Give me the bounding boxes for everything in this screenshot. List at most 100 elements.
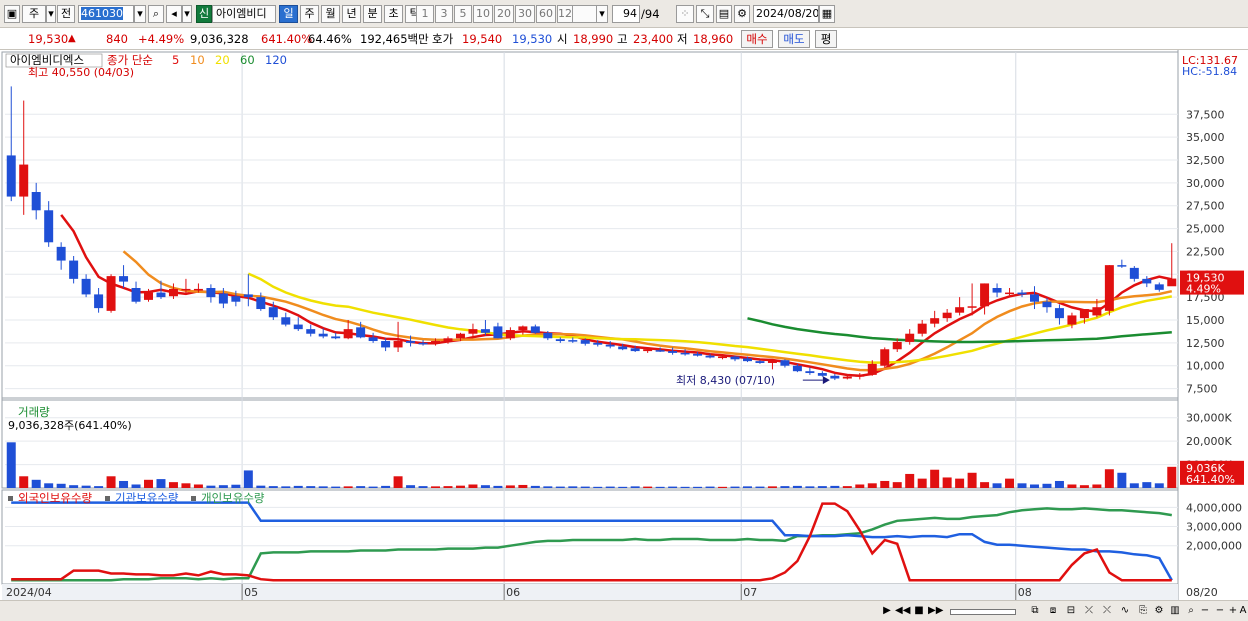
volume-bar — [930, 469, 940, 488]
layout-icon[interactable]: ⧉ — [1028, 604, 1042, 618]
print-icon[interactable]: ▥ — [1168, 604, 1182, 618]
copy-icon[interactable]: ⎘ — [1136, 604, 1150, 618]
code-input[interactable]: 461030 — [78, 5, 134, 23]
minus-icon[interactable]: − — [1213, 604, 1227, 618]
zoom-slider[interactable] — [950, 609, 1016, 615]
candle-body — [992, 288, 1002, 293]
speaker-icon[interactable]: ◂ — [166, 5, 182, 23]
interval-button-10[interactable]: 10 — [473, 5, 493, 23]
zoom-out-icon[interactable]: − — [1198, 604, 1212, 618]
candle-body — [193, 288, 203, 291]
candle-body — [331, 336, 341, 339]
candle-body — [318, 333, 328, 337]
candle-body — [31, 192, 41, 211]
low-label: 저 — [677, 32, 688, 46]
period-tab-5[interactable]: 초 — [384, 5, 403, 23]
period-tab-3[interactable]: 년 — [342, 5, 361, 23]
volume-bar — [493, 485, 503, 488]
font-size-icon[interactable]: A — [1238, 604, 1248, 618]
interval-dropdown-icon[interactable]: ▾ — [596, 5, 608, 23]
candle-body — [842, 376, 852, 379]
ask-price: 19,540 — [462, 32, 503, 46]
holdings-legend-marker — [8, 496, 13, 501]
interval-button-20[interactable]: 20 — [494, 5, 514, 23]
window-menu-icon[interactable]: ▣ — [4, 5, 20, 23]
candle-body — [69, 260, 79, 279]
save-icon[interactable]: ▤ — [716, 5, 732, 23]
sell-button[interactable]: 매도 — [778, 30, 810, 48]
market-select[interactable]: 주 — [22, 5, 46, 23]
speaker-dropdown-icon[interactable]: ▾ — [182, 5, 192, 23]
price-tick-label: 7,500 — [1186, 383, 1218, 396]
volume-bar — [755, 486, 765, 488]
period-tab-2[interactable]: 월 — [321, 5, 340, 23]
volume-bar — [593, 486, 603, 488]
candle-body — [455, 333, 465, 339]
trend-icon[interactable]: ⤬ — [1100, 604, 1114, 618]
interval-button-3[interactable]: 3 — [435, 5, 453, 23]
candle-body — [56, 246, 66, 261]
chevron-down-icon[interactable]: ▾ — [46, 5, 56, 23]
price-tick-label: 30,000 — [1186, 177, 1225, 190]
volume-bar — [318, 486, 328, 488]
compare-icon[interactable]: ⊟ — [1064, 604, 1078, 618]
volume-bar — [942, 477, 952, 488]
low-price: 18,960 — [693, 32, 734, 46]
prev-button[interactable]: 전 — [57, 5, 75, 23]
volume-bar — [955, 478, 965, 488]
date-input[interactable]: 2024/08/20 — [753, 5, 819, 23]
count-input[interactable]: 94 — [612, 5, 640, 23]
interval-button-30[interactable]: 30 — [515, 5, 535, 23]
max-label: 최고 40,550 (04/03) — [28, 66, 134, 79]
scroll-first-icon[interactable]: ◀◀ — [895, 604, 910, 618]
hc-label: HC:-51.84 — [1182, 65, 1237, 78]
stock-chart[interactable]: 37,500 35,000 32,500 30,000 27,500 25,000 22,5… — [0, 50, 1248, 601]
scroll-right-icon[interactable]: ▶ — [880, 604, 894, 618]
search-icon[interactable]: ⌕ — [148, 5, 164, 23]
candle-body — [518, 326, 528, 331]
candle-body — [618, 346, 628, 350]
price-tick-label: 37,500 — [1186, 108, 1225, 121]
settings-icon[interactable]: ⚙ — [1152, 604, 1166, 618]
period-tab-0[interactable]: 일 — [279, 5, 298, 23]
volume-bar — [56, 483, 66, 488]
stop-icon[interactable]: ■ — [912, 604, 926, 618]
zoom-icon[interactable]: ⌕ — [1184, 604, 1198, 618]
code-dropdown-icon[interactable]: ▾ — [134, 5, 146, 23]
draw-line-icon[interactable]: ⤫ — [1082, 604, 1096, 618]
candle-body — [693, 353, 703, 356]
volume-bar — [992, 483, 1002, 488]
period-tab-1[interactable]: 주 — [300, 5, 319, 23]
gear-icon[interactable]: ⚙ — [734, 5, 750, 23]
volume-bar — [406, 485, 416, 488]
link-icon[interactable]: ⁘ — [676, 5, 694, 23]
candle-body — [1129, 267, 1139, 279]
buy-button[interactable]: 매수 — [741, 30, 773, 48]
overlay-icon[interactable]: ⧈ — [1046, 604, 1060, 618]
new-badge: 신 — [196, 5, 212, 23]
volume-bar — [855, 484, 865, 488]
candle-body — [980, 283, 990, 307]
candle-body — [530, 326, 540, 333]
candle-body — [930, 318, 940, 324]
interval-button-5[interactable]: 5 — [454, 5, 472, 23]
volume-bar — [168, 482, 178, 488]
wave-icon[interactable]: ∿ — [1118, 604, 1132, 618]
draw-tool-icon[interactable]: ⤡ — [696, 5, 714, 23]
candle-body — [1005, 292, 1015, 295]
volume-bar — [181, 483, 191, 488]
interval-button-60[interactable]: 60 — [536, 5, 556, 23]
volume-bar — [905, 473, 915, 488]
calendar-icon[interactable]: ▦ — [819, 5, 835, 23]
interval-button-1[interactable]: 1 — [416, 5, 434, 23]
volume-bar — [480, 485, 490, 488]
eval-button[interactable]: 평 — [815, 30, 837, 48]
period-tab-4[interactable]: 분 — [363, 5, 382, 23]
holdings-legend: 외국인보유수량 기관보유수량 개인보유수량 — [8, 491, 265, 505]
ma-legend-5: 5 — [172, 53, 179, 67]
volume-bar — [555, 486, 565, 488]
scroll-last-icon[interactable]: ▶▶ — [928, 604, 943, 618]
quote-label: 호가 — [432, 32, 454, 46]
open-label: 시 — [557, 32, 568, 46]
volume-bar — [418, 486, 428, 488]
